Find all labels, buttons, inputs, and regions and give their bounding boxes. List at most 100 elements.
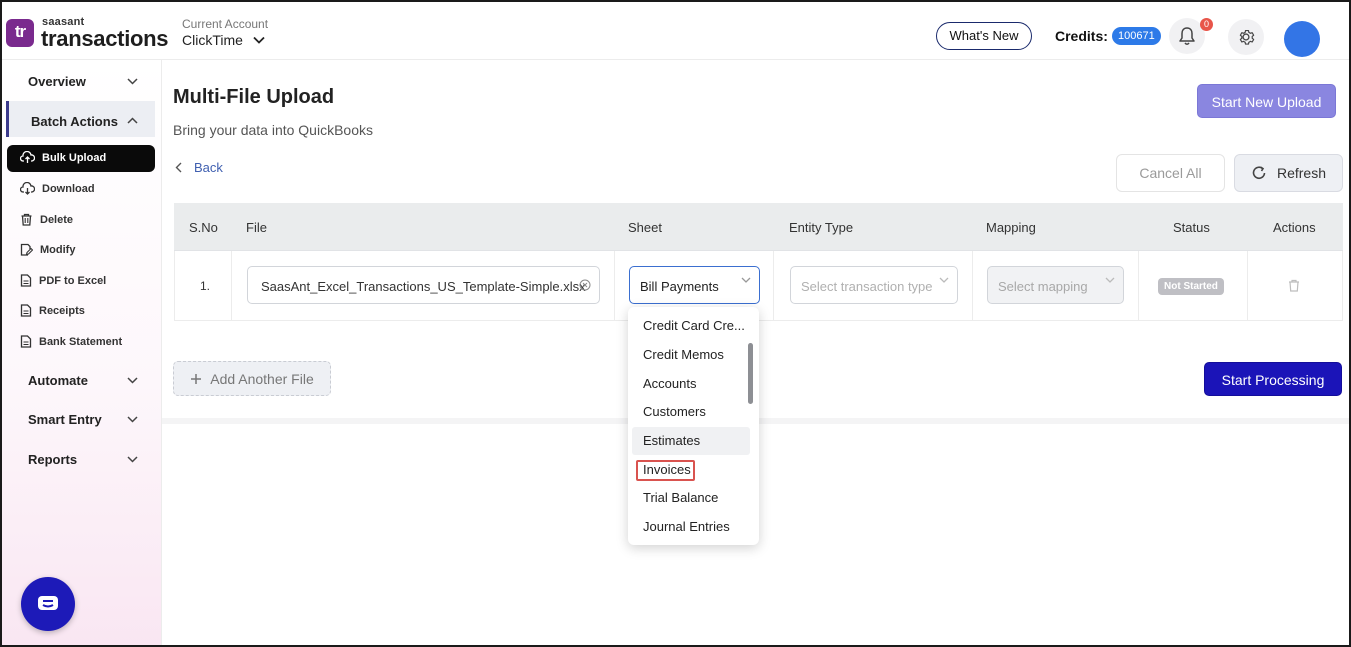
refresh-button[interactable]: Refresh xyxy=(1234,154,1343,192)
dropdown-option[interactable]: Journal Entries xyxy=(632,513,750,541)
sidebar-item-label: Modify xyxy=(40,243,76,256)
column-header: File xyxy=(246,220,267,235)
chevron-down-icon[interactable] xyxy=(127,377,138,384)
chevron-down-icon xyxy=(741,277,751,283)
sidebar-item-pdf-to-excel[interactable]: PDF to Excel xyxy=(20,274,106,287)
column-divider xyxy=(614,251,615,320)
back-link[interactable]: Back xyxy=(175,160,223,175)
sidebar-item-receipts[interactable]: Receipts xyxy=(20,304,85,317)
plus-icon xyxy=(191,373,202,384)
dropdown-option[interactable]: Credit Card Cre... xyxy=(632,312,750,340)
sidebar-item-label: Bulk Upload xyxy=(42,151,107,164)
credits-badge: 100671 xyxy=(1112,27,1161,45)
column-header: Status xyxy=(1173,220,1210,235)
edit-file-icon xyxy=(20,243,33,256)
chevron-down-icon xyxy=(939,277,949,283)
dropdown-option-hovered[interactable]: Estimates xyxy=(632,427,750,455)
refresh-icon xyxy=(1252,166,1266,179)
dropdown-option[interactable]: Accounts xyxy=(632,370,750,398)
sidebar-item-label: Receipts xyxy=(39,304,85,317)
chevron-up-icon[interactable] xyxy=(127,117,138,124)
upload-cloud-icon xyxy=(20,151,35,163)
mapping-placeholder: Select mapping xyxy=(998,279,1088,294)
column-header: Entity Type xyxy=(789,220,854,235)
sheet-dropdown-menu: Credit Card Cre... Credit Memos Accounts… xyxy=(628,307,759,545)
table-header: S.No File Sheet Entity Type Mapping Stat… xyxy=(174,203,1343,251)
sidebar-item-bank-statement[interactable]: Bank Statement xyxy=(20,335,122,348)
chat-icon xyxy=(38,596,58,610)
account-name: ClickTime xyxy=(182,32,243,48)
add-another-file-button[interactable]: Add Another File xyxy=(173,361,331,396)
file-icon xyxy=(20,274,32,287)
chat-support-button[interactable] xyxy=(21,577,75,631)
trash-icon xyxy=(21,213,32,226)
brand-name: transactions xyxy=(41,26,169,51)
whats-new-button[interactable]: What's New xyxy=(936,22,1032,50)
back-label: Back xyxy=(194,160,223,175)
sidebar-item-smart-entry[interactable]: Smart Entry xyxy=(28,412,102,427)
sidebar-item-batch-actions[interactable]: Batch Actions xyxy=(31,114,118,129)
chevron-down-icon[interactable] xyxy=(127,456,138,463)
file-name: SaasAnt_Excel_Transactions_US_Template-S… xyxy=(261,279,586,294)
user-avatar[interactable] xyxy=(1284,21,1320,57)
settings-button[interactable] xyxy=(1228,19,1264,55)
account-switcher[interactable]: ClickTime xyxy=(182,32,265,48)
column-header: Actions xyxy=(1273,220,1316,235)
brand-logo-icon: tr xyxy=(6,19,34,47)
download-cloud-icon xyxy=(20,182,35,195)
dropdown-option[interactable]: Credit Memos xyxy=(632,341,750,369)
mapping-select[interactable]: Select mapping xyxy=(987,266,1124,304)
refresh-label: Refresh xyxy=(1276,165,1327,181)
sidebar-item-delete[interactable]: Delete xyxy=(20,213,73,226)
app-window: tr saasant transactions Current Account … xyxy=(0,0,1351,647)
top-bar: tr saasant transactions Current Account … xyxy=(2,2,1349,60)
trash-icon[interactable] xyxy=(1288,279,1300,292)
column-divider xyxy=(1247,251,1248,320)
dropdown-option[interactable]: Trial Balance xyxy=(632,484,750,512)
sidebar: Overview Batch Actions Bulk Upload Downl… xyxy=(2,60,162,645)
status-badge: Not Started xyxy=(1158,278,1224,295)
entity-type-select[interactable]: Select transaction type xyxy=(790,266,958,304)
gear-icon xyxy=(1239,30,1255,45)
page-subtitle: Bring your data into QuickBooks xyxy=(173,122,373,138)
credits-label: Credits: xyxy=(1055,28,1108,44)
page-title: Multi-File Upload xyxy=(173,86,335,108)
start-processing-button[interactable]: Start Processing xyxy=(1204,362,1342,396)
clear-circle-icon[interactable] xyxy=(579,279,591,291)
chevron-down-icon xyxy=(253,36,265,44)
sidebar-item-download[interactable]: Download xyxy=(20,182,95,195)
sidebar-item-reports[interactable]: Reports xyxy=(28,452,77,467)
column-divider xyxy=(1138,251,1139,320)
sidebar-item-label: Bank Statement xyxy=(39,335,123,348)
dropdown-option[interactable]: Customers xyxy=(632,398,750,426)
column-header: S.No xyxy=(189,220,218,235)
column-divider xyxy=(972,251,973,320)
sidebar-item-label: Delete xyxy=(40,213,74,226)
sidebar-item-label: Download xyxy=(42,182,95,195)
highlight-outline xyxy=(636,460,695,481)
entity-type-placeholder: Select transaction type xyxy=(801,279,933,294)
file-icon xyxy=(20,304,32,317)
chevron-left-icon xyxy=(175,162,182,173)
sheet-selected-value: Bill Payments xyxy=(640,279,719,294)
chevron-down-icon xyxy=(1105,277,1115,283)
sidebar-item-modify[interactable]: Modify xyxy=(20,243,75,256)
row-serial-number: 1. xyxy=(200,279,211,293)
column-divider xyxy=(773,251,774,320)
sheet-select[interactable]: Bill Payments xyxy=(629,266,760,304)
start-new-upload-button[interactable]: Start New Upload xyxy=(1197,84,1336,118)
cancel-all-button[interactable]: Cancel All xyxy=(1116,154,1225,192)
column-header: Sheet xyxy=(628,220,662,235)
sidebar-item-bulk-upload[interactable]: Bulk Upload xyxy=(20,151,106,164)
add-another-file-label: Add Another File xyxy=(210,370,314,387)
sidebar-item-overview[interactable]: Overview xyxy=(28,74,86,89)
dropdown-scrollbar[interactable] xyxy=(748,343,753,404)
current-account-label: Current Account xyxy=(182,17,269,31)
chevron-down-icon[interactable] xyxy=(127,78,138,85)
sidebar-item-automate[interactable]: Automate xyxy=(28,373,88,388)
column-header: Mapping xyxy=(986,220,1036,235)
file-name-field[interactable]: SaasAnt_Excel_Transactions_US_Template-S… xyxy=(247,266,600,304)
bell-icon xyxy=(1179,27,1195,45)
chevron-down-icon[interactable] xyxy=(127,416,138,423)
file-icon xyxy=(20,335,32,348)
